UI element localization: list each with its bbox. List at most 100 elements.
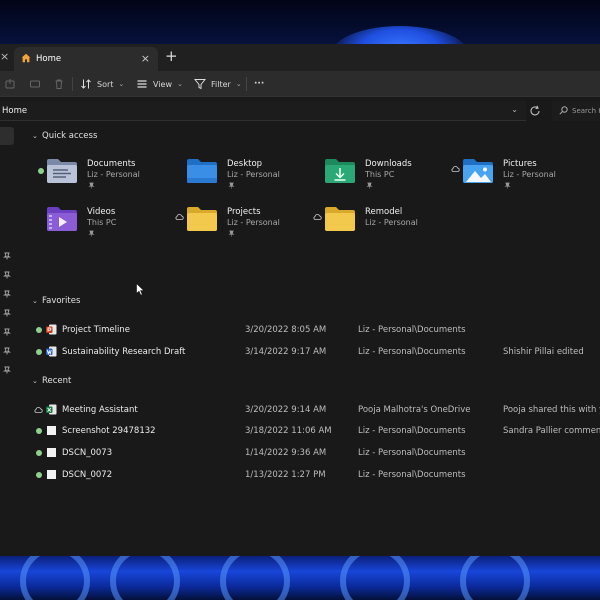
sort-icon: [81, 79, 91, 89]
cloud-icon: [175, 214, 184, 220]
image-file-icon: [47, 426, 56, 435]
pin-icon[interactable]: [3, 290, 11, 298]
rename-button[interactable]: [29, 71, 41, 97]
tab-title: Home: [36, 54, 62, 64]
refresh-icon[interactable]: [529, 105, 541, 117]
wallpaper-ribbon: [460, 556, 530, 600]
mouse-cursor-icon: [136, 283, 145, 296]
wallpaper-ribbon: [340, 556, 410, 600]
quick-access-videos[interactable]: Videos This PC: [46, 204, 176, 240]
address-field[interactable]: Home ⌄: [0, 101, 526, 121]
share-icon: [5, 79, 15, 89]
recent-row[interactable]: Meeting Assistant 3/20/2022 9:14 AM Pooj…: [32, 401, 600, 419]
videos-folder-icon: [47, 207, 77, 231]
pin-icon[interactable]: [3, 328, 11, 336]
view-button[interactable]: View ⌄: [136, 71, 183, 97]
file-location: Liz - Personal\Documents: [358, 325, 466, 335]
cloud-icon: [34, 407, 43, 413]
tab-home[interactable]: Home ×: [14, 47, 158, 71]
quick-access-location: This PC: [365, 170, 395, 179]
chevron-down-icon: ⌄: [118, 80, 125, 88]
tab-bar: × Home × +: [0, 44, 600, 71]
pin-icon: [504, 182, 511, 189]
quick-access-name: Videos: [87, 207, 116, 217]
more-options-button[interactable]: ···: [254, 71, 264, 97]
previous-tab-close-icon[interactable]: ×: [0, 50, 9, 63]
close-tab-icon[interactable]: ×: [141, 52, 150, 65]
quick-access-pictures[interactable]: Pictures Liz - Personal: [451, 156, 592, 192]
search-input[interactable]: Search Home: [552, 101, 600, 121]
quick-access-documents[interactable]: Documents Liz - Personal: [38, 156, 176, 192]
quick-access-header[interactable]: ⌄ Quick access: [32, 131, 97, 141]
file-location: Liz - Personal\Documents: [358, 347, 466, 357]
sort-button[interactable]: Sort ⌄: [80, 71, 124, 97]
search-placeholder: Search Home: [572, 107, 600, 115]
address-path: Home: [2, 106, 28, 116]
chevron-down-icon: ⌄: [176, 80, 183, 88]
file-date: 1/13/2022 1:27 PM: [245, 470, 326, 480]
wallpaper-ribbon: [110, 556, 180, 600]
trash-icon: [55, 79, 63, 89]
quick-access-downloads[interactable]: Downloads This PC: [324, 156, 454, 192]
quick-access-remodel[interactable]: Remodel Liz - Personal: [313, 204, 454, 240]
search-icon: [559, 106, 568, 115]
file-name: Meeting Assistant: [62, 405, 138, 415]
pin-icon[interactable]: [3, 271, 11, 279]
quick-access-name: Remodel: [365, 207, 403, 217]
view-label: View: [153, 79, 172, 89]
wallpaper-ribbon: [20, 556, 90, 600]
delete-button[interactable]: [53, 71, 65, 97]
pin-icon: [88, 230, 95, 237]
file-activity: Sandra Pallier commented: [503, 426, 600, 436]
home-content: ⌄ Quick access Documents Liz - Personal …: [20, 125, 600, 556]
folder-icon: [187, 207, 217, 231]
toolbar-divider: [246, 77, 247, 91]
file-activity: Pooja shared this with you: [503, 405, 600, 415]
file-date: 3/20/2022 8:05 AM: [245, 325, 327, 335]
file-name: Screenshot 29478132: [62, 426, 156, 436]
recent-title: Recent: [42, 376, 72, 386]
quick-access-title: Quick access: [42, 131, 98, 141]
nav-item-home-selected[interactable]: [0, 127, 14, 145]
file-date: 3/20/2022 9:14 AM: [245, 405, 327, 415]
file-name: DSCN_0072: [62, 470, 113, 480]
command-bar: Sort ⌄ View ⌄ Filter ⌄ ···: [0, 71, 600, 97]
chevron-down-icon: ⌄: [32, 297, 38, 305]
new-tab-button[interactable]: +: [165, 47, 178, 65]
pin-icon: [228, 230, 235, 237]
synced-status-icon: [36, 450, 42, 456]
filter-button[interactable]: Filter ⌄: [194, 71, 242, 97]
favorites-title: Favorites: [42, 296, 81, 306]
pin-icon[interactable]: [3, 252, 11, 260]
view-icon: [137, 80, 147, 88]
quick-access-desktop[interactable]: Desktop Liz - Personal: [186, 156, 316, 192]
pin-icon[interactable]: [3, 366, 11, 374]
quick-access-name: Pictures: [503, 159, 537, 169]
image-file-icon: [47, 448, 56, 457]
pin-icon[interactable]: [3, 347, 11, 355]
file-date: 1/14/2022 9:36 AM: [245, 448, 327, 458]
pin-icon[interactable]: [3, 309, 11, 317]
synced-status-icon: [36, 349, 42, 355]
address-history-chevron-icon[interactable]: ⌄: [511, 105, 518, 114]
desktop-folder-icon: [187, 159, 217, 183]
rename-icon: [30, 80, 40, 88]
share-button[interactable]: [4, 71, 16, 97]
synced-status-icon: [36, 428, 42, 434]
quick-access-name: Desktop: [227, 159, 263, 169]
favorite-row[interactable]: Sustainability Research Draft 3/14/2022 …: [32, 343, 600, 361]
recent-row[interactable]: DSCN_0073 1/14/2022 9:36 AM Liz - Person…: [32, 444, 600, 462]
excel-file-icon: [46, 404, 57, 415]
recent-row[interactable]: Screenshot 29478132 3/18/2022 11:06 AM L…: [32, 422, 600, 440]
recent-header[interactable]: ⌄ Recent: [32, 376, 71, 386]
chevron-down-icon: ⌄: [32, 132, 38, 140]
quick-access-projects[interactable]: Projects Liz - Personal: [175, 204, 316, 240]
recent-row[interactable]: DSCN_0072 1/13/2022 1:27 PM Liz - Person…: [32, 466, 600, 484]
pictures-folder-icon: [463, 159, 493, 183]
filter-icon: [194, 79, 206, 90]
file-location: Liz - Personal\Documents: [358, 470, 466, 480]
file-location: Liz - Personal\Documents: [358, 426, 466, 436]
quick-access-location: Liz - Personal: [87, 170, 140, 179]
favorites-header[interactable]: ⌄ Favorites: [32, 296, 80, 306]
favorite-row[interactable]: Project Timeline 3/20/2022 8:05 AM Liz -…: [32, 321, 600, 339]
